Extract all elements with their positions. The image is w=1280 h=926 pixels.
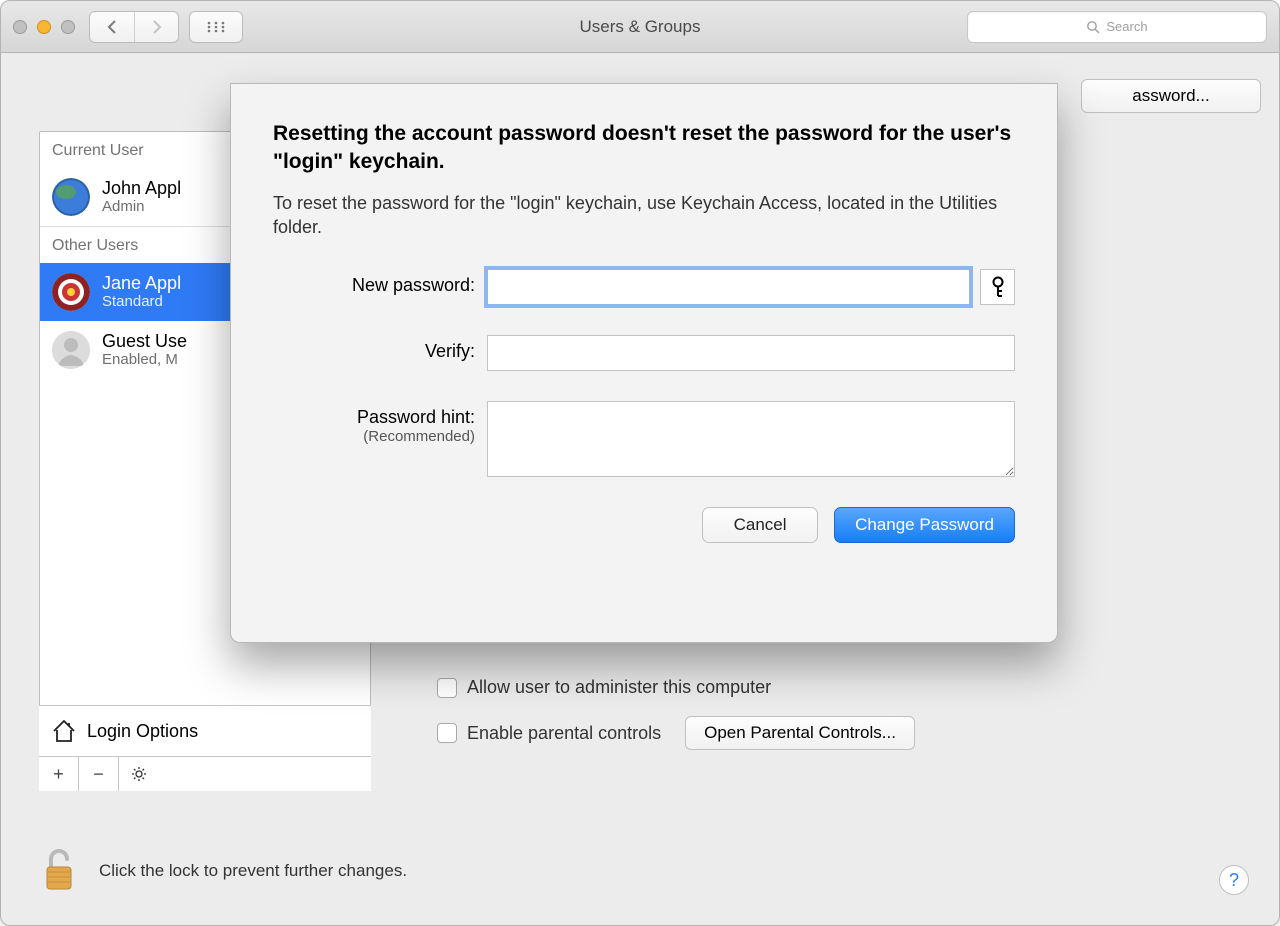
sheet-subtext: To reset the password for the "login" ke… — [273, 191, 1015, 240]
reset-password-label: assword... — [1132, 86, 1209, 106]
user-actions-button[interactable] — [119, 757, 159, 791]
sidebar-footer: Login Options + − — [39, 705, 371, 791]
login-options-label: Login Options — [87, 721, 198, 742]
back-button[interactable] — [90, 12, 134, 42]
titlebar: Users & Groups Search — [1, 1, 1279, 53]
search-placeholder: Search — [1106, 19, 1147, 34]
forward-button[interactable] — [134, 12, 178, 42]
window-traffic-lights — [13, 20, 75, 34]
avatar — [52, 273, 90, 311]
login-options-button[interactable]: Login Options — [39, 706, 371, 757]
change-password-button[interactable]: Change Password — [834, 507, 1015, 543]
password-hint-label: Password hint: (Recommended) — [273, 401, 487, 445]
avatar — [52, 178, 90, 216]
password-hint-input[interactable] — [487, 401, 1015, 477]
minimize-window-button[interactable] — [37, 20, 51, 34]
verify-password-input[interactable] — [487, 335, 1015, 371]
nav-back-forward — [89, 11, 179, 43]
parental-checkbox-label: Enable parental controls — [467, 723, 661, 744]
preferences-window: Users & Groups Search Current User John … — [0, 0, 1280, 926]
user-name: Jane Appl — [102, 274, 181, 294]
show-all-button[interactable] — [189, 11, 243, 43]
lock-text: Click the lock to prevent further change… — [99, 861, 407, 881]
sheet-actions: Cancel Change Password — [273, 507, 1015, 543]
verify-password-label: Verify: — [273, 335, 487, 362]
user-role: Enabled, M — [102, 351, 187, 368]
help-button[interactable]: ? — [1219, 865, 1249, 895]
zoom-window-button[interactable] — [61, 20, 75, 34]
reset-password-button[interactable]: assword... — [1081, 79, 1261, 113]
parental-checkbox-row: Enable parental controls Open Parental C… — [437, 716, 915, 750]
admin-checkbox-label: Allow user to administer this computer — [467, 677, 771, 698]
checkbox[interactable] — [437, 723, 457, 743]
open-parental-controls-button[interactable]: Open Parental Controls... — [685, 716, 915, 750]
cancel-button[interactable]: Cancel — [702, 507, 818, 543]
home-icon — [51, 718, 77, 744]
search-icon — [1086, 20, 1100, 34]
user-name: John Appl — [102, 179, 181, 199]
remove-user-button[interactable]: − — [79, 757, 119, 791]
user-role: Admin — [102, 198, 181, 215]
new-password-input[interactable] — [487, 269, 970, 305]
close-window-button[interactable] — [13, 20, 27, 34]
search-input[interactable]: Search — [967, 11, 1267, 43]
admin-checkbox-row[interactable]: Allow user to administer this computer — [437, 677, 915, 698]
password-reset-sheet: Resetting the account password doesn't r… — [230, 83, 1058, 643]
lock-icon[interactable] — [41, 847, 77, 895]
key-icon — [990, 276, 1006, 298]
user-role: Standard — [102, 293, 181, 310]
avatar — [52, 331, 90, 369]
gear-icon — [131, 766, 147, 782]
checkbox[interactable] — [437, 678, 457, 698]
user-name: Guest Use — [102, 332, 187, 352]
password-assistant-button[interactable] — [980, 269, 1015, 305]
lock-row: Click the lock to prevent further change… — [41, 847, 407, 895]
sheet-heading: Resetting the account password doesn't r… — [273, 120, 1015, 177]
add-user-button[interactable]: + — [39, 757, 79, 791]
new-password-label: New password: — [273, 269, 487, 296]
user-options: Allow user to administer this computer E… — [437, 677, 915, 750]
user-list-toolbar: + − — [39, 757, 371, 791]
